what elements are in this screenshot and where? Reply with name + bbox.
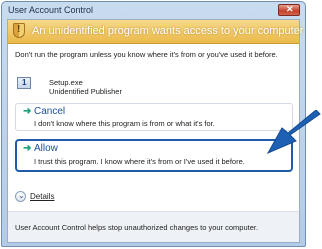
details-label[interactable]: Details [30, 192, 54, 201]
close-icon: ✕ [286, 4, 294, 14]
arrow-right-icon: ➜ [23, 106, 32, 117]
uac-dialog: User Account Control ✕ ! An unidentified… [1, 1, 306, 247]
details-toggle-button[interactable]: ⌄ [15, 191, 26, 202]
warning-message: Don't run the program unless you know wh… [15, 50, 278, 59]
close-button[interactable]: ✕ [278, 4, 300, 16]
cancel-option-title: Cancel [34, 106, 66, 117]
dialog-content: ! An unidentified program wants access t… [7, 19, 303, 243]
dialog-footer: User Account Control helps stop unauthor… [8, 211, 299, 242]
allow-option-description: I trust this program. I know where it's … [34, 157, 245, 166]
window-title: User Account Control [8, 5, 94, 15]
publisher-name: Unidentified Publisher [49, 87, 122, 96]
title-bar: User Account Control ✕ [2, 2, 305, 19]
shield-icon: ! [13, 23, 25, 38]
banner-heading: An unidentified program wants access to … [32, 25, 304, 37]
program-icon: 1 [17, 77, 31, 89]
allow-option-title: Allow [34, 143, 58, 154]
allow-option[interactable]: ➜ Allow I trust this program. I know whe… [15, 139, 293, 172]
footer-text: User Account Control helps stop unauthor… [15, 223, 259, 232]
pointer-arrow-icon [266, 110, 321, 155]
arrow-right-icon: ➜ [23, 143, 32, 154]
chevron-down-icon: ⌄ [18, 191, 25, 200]
program-name: Setup.exe [49, 78, 83, 87]
cancel-option-description: I don't know where this program is from … [34, 119, 215, 128]
cancel-option[interactable]: ➜ Cancel I don't know where this program… [15, 103, 293, 131]
warning-banner: ! An unidentified program wants access t… [8, 20, 303, 44]
